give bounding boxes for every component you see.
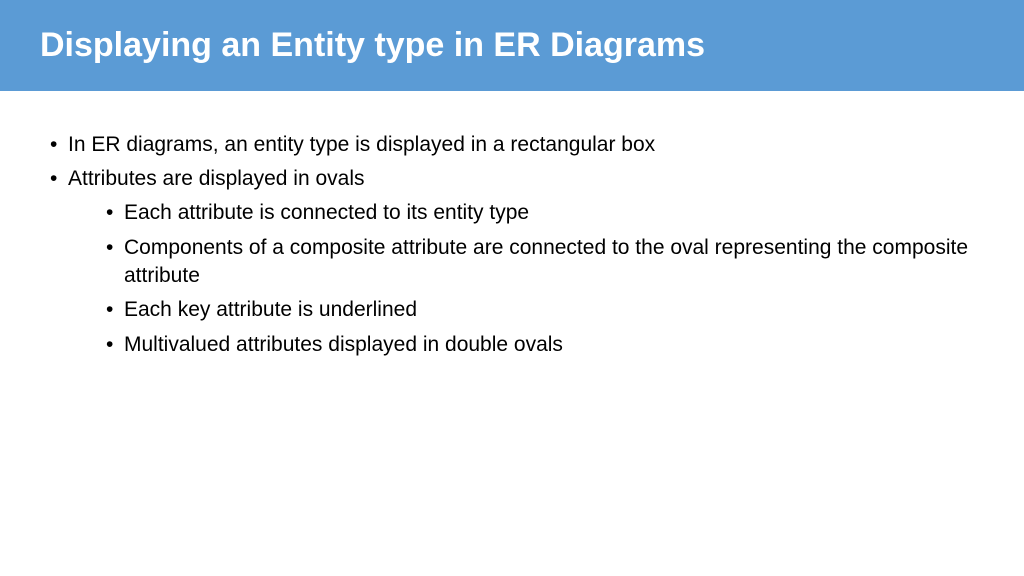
sub-bullet-text: Each key attribute is underlined xyxy=(124,298,417,321)
sub-bullet-item: Each attribute is connected to its entit… xyxy=(106,199,974,227)
bullet-text: Attributes are displayed in ovals xyxy=(68,167,365,190)
sub-bullet-item: Components of a composite attribute are … xyxy=(106,234,974,291)
sub-bullet-list: Each attribute is connected to its entit… xyxy=(106,199,974,359)
slide-title: Displaying an Entity type in ER Diagrams xyxy=(40,24,984,67)
sub-bullet-item: Multivalued attributes displayed in doub… xyxy=(106,331,974,359)
sub-bullet-text: Each attribute is connected to its entit… xyxy=(124,201,529,224)
sub-bullet-text: Components of a composite attribute are … xyxy=(124,236,968,287)
sub-bullet-text: Multivalued attributes displayed in doub… xyxy=(124,333,563,356)
bullet-list: In ER diagrams, an entity type is displa… xyxy=(50,131,974,359)
slide-content: In ER diagrams, an entity type is displa… xyxy=(0,91,1024,359)
sub-bullet-item: Each key attribute is underlined xyxy=(106,296,974,324)
bullet-item: In ER diagrams, an entity type is displa… xyxy=(50,131,974,159)
slide-header: Displaying an Entity type in ER Diagrams xyxy=(0,0,1024,91)
bullet-item: Attributes are displayed in ovals Each a… xyxy=(50,165,974,359)
bullet-text: In ER diagrams, an entity type is displa… xyxy=(68,133,655,156)
